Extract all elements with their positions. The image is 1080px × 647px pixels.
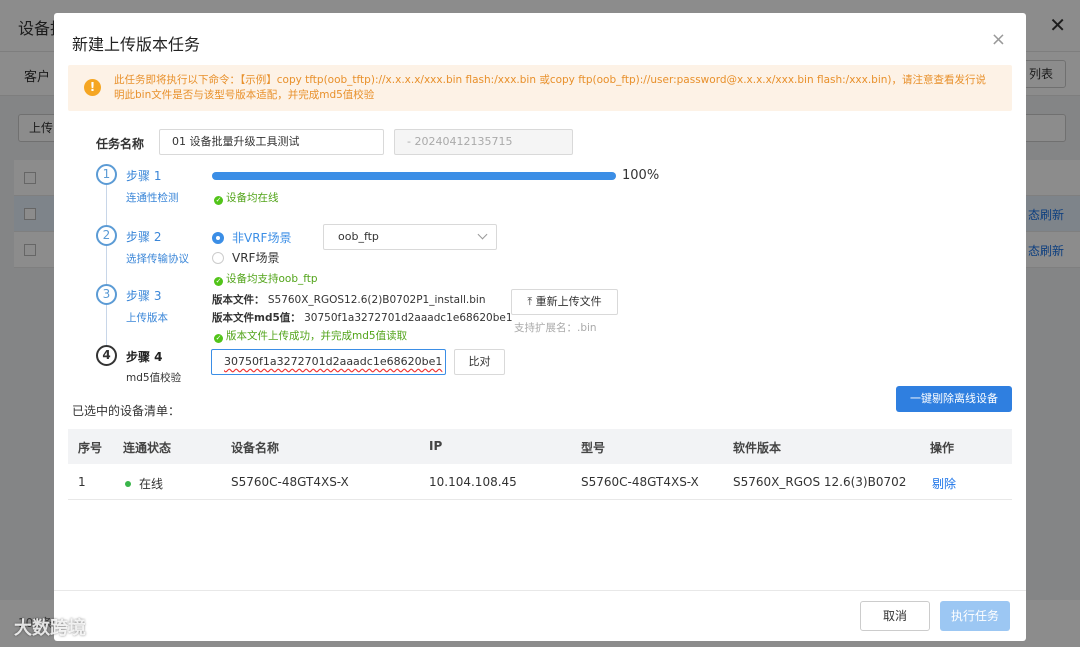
col-device-name: 设备名称	[231, 441, 280, 455]
compare-button[interactable]: 比对	[454, 349, 505, 375]
protocol-select-value: oob_ftp	[338, 230, 379, 243]
task-name-label: 任务名称	[96, 137, 145, 151]
task-suffix-input: - 20240412135715	[394, 129, 573, 155]
progress-fill	[212, 172, 616, 180]
connectivity-progress-bar	[212, 172, 616, 180]
radio-non-vrf-label: 非VRF场景	[232, 231, 292, 245]
col-version: 软件版本	[733, 441, 782, 455]
progress-percent: 100%	[622, 168, 660, 183]
version-md5-label: 版本文件md5值：	[212, 312, 301, 324]
device-table: 序号 连通状态 设备名称 IP 型号 软件版本 操作 1 在线 S5760C-4…	[68, 429, 1012, 500]
step-1-title[interactable]: 步骤 1	[126, 167, 161, 184]
radio-checked-icon	[212, 232, 224, 244]
protocol-select[interactable]: oob_ftp	[323, 224, 497, 250]
step-2-status-text: 设备均支持oob_ftp	[226, 273, 318, 285]
step-4-subtitle: md5值校验	[126, 372, 182, 384]
row-status: 在线	[123, 475, 163, 492]
md5-input-value: 30750f1a3272701d2aaadc1e68620be1	[224, 355, 443, 368]
step-1-status: ✓ 设备均在线	[214, 190, 279, 205]
col-ip: IP	[429, 439, 443, 453]
step-4-icon: 4	[96, 345, 117, 366]
execute-task-button[interactable]: 执行任务	[940, 601, 1010, 631]
md5-input[interactable]: 30750f1a3272701d2aaadc1e68620be1	[211, 349, 446, 375]
step-3-title[interactable]: 步骤 3	[126, 287, 161, 304]
remove-offline-button[interactable]: 一键剔除离线设备	[896, 386, 1012, 412]
upload-icon: ⤒	[527, 295, 536, 308]
row-device-name: S5760C-48GT4XS-X	[231, 475, 349, 489]
step-2-title[interactable]: 步骤 2	[126, 228, 161, 245]
modal-title: 新建上传版本任务	[72, 35, 201, 54]
steps-connector	[106, 185, 107, 345]
task-name-input[interactable]: 01 设备批量升级工具测试	[159, 129, 384, 155]
step-3-subtitle[interactable]: 上传版本	[126, 310, 168, 325]
row-model: S5760C-48GT4XS-X	[581, 475, 699, 489]
table-header: 序号 连通状态 设备名称 IP 型号 软件版本 操作	[68, 429, 1012, 464]
col-action: 操作	[930, 441, 955, 455]
watermark-logo: 大数跨境	[14, 618, 86, 639]
table-row: 1 在线 S5760C-48GT4XS-X 10.104.108.45 S576…	[68, 464, 1012, 500]
version-md5-value: 30750f1a3272701d2aaadc1e68620be1	[304, 312, 513, 324]
remove-device-link[interactable]: 剔除	[932, 475, 956, 492]
version-file-label: 版本文件：	[212, 294, 265, 306]
step-1-subtitle[interactable]: 连通性检测	[126, 190, 179, 205]
check-circle-icon: ✓	[214, 277, 223, 286]
warning-icon: !	[84, 79, 101, 96]
close-icon[interactable]: ×	[991, 29, 1006, 50]
reupload-button-label: 重新上传文件	[535, 295, 602, 308]
step-4-title: 步骤 4	[126, 350, 163, 364]
alert-text: 此任务即将执行以下命令：【示例】copy tftp(oob_tftp)://x.…	[114, 74, 987, 101]
col-index: 序号	[78, 441, 103, 455]
reupload-button[interactable]: ⤒ 重新上传文件	[511, 289, 618, 315]
step-2-icon: 2	[96, 225, 117, 246]
version-file-value: S5760X_RGOS12.6(2)B0702P1_install.bin	[267, 294, 486, 306]
step-2-status: ✓ 设备均支持oob_ftp	[214, 271, 318, 286]
version-file-line: 版本文件： S5760X_RGOS12.6(2)B0702P1_install.…	[212, 292, 485, 307]
check-circle-icon: ✓	[214, 196, 223, 205]
check-circle-icon: ✓	[214, 334, 223, 343]
radio-vrf[interactable]: VRF场景	[212, 249, 279, 266]
extension-hint: 支持扩展名：.bin	[514, 322, 597, 334]
step-3-status: ✓ 版本文件上传成功，并完成md5值读取	[214, 328, 407, 343]
footer-divider	[54, 590, 1026, 591]
step-1-icon: 1	[96, 164, 117, 185]
warning-alert: ! 此任务即将执行以下命令：【示例】copy tftp(oob_tftp)://…	[68, 65, 1012, 111]
selected-devices-label: 已选中的设备清单：	[72, 404, 181, 418]
chevron-down-icon	[477, 229, 488, 240]
version-md5-line: 版本文件md5值： 30750f1a3272701d2aaadc1e68620b…	[212, 310, 513, 325]
row-ip: 10.104.108.45	[429, 475, 517, 489]
col-status: 连通状态	[123, 441, 172, 455]
radio-vrf-label: VRF场景	[232, 251, 280, 265]
online-status-dot	[125, 481, 131, 487]
col-model: 型号	[581, 441, 606, 455]
upload-task-modal: 新建上传版本任务 × ! 此任务即将执行以下命令：【示例】copy tftp(o…	[54, 13, 1026, 641]
row-version: S5760X_RGOS 12.6(3)B0702	[733, 475, 907, 489]
cancel-button[interactable]: 取消	[860, 601, 930, 631]
step-2-subtitle[interactable]: 选择传输协议	[126, 251, 189, 266]
step-1-status-text: 设备均在线	[226, 192, 279, 204]
radio-unchecked-icon	[212, 252, 224, 264]
step-3-icon: 3	[96, 284, 117, 305]
row-index: 1	[78, 475, 86, 489]
row-status-text: 在线	[139, 477, 164, 491]
step-3-status-text: 版本文件上传成功，并完成md5值读取	[226, 330, 408, 342]
radio-non-vrf[interactable]: 非VRF场景	[212, 229, 291, 246]
